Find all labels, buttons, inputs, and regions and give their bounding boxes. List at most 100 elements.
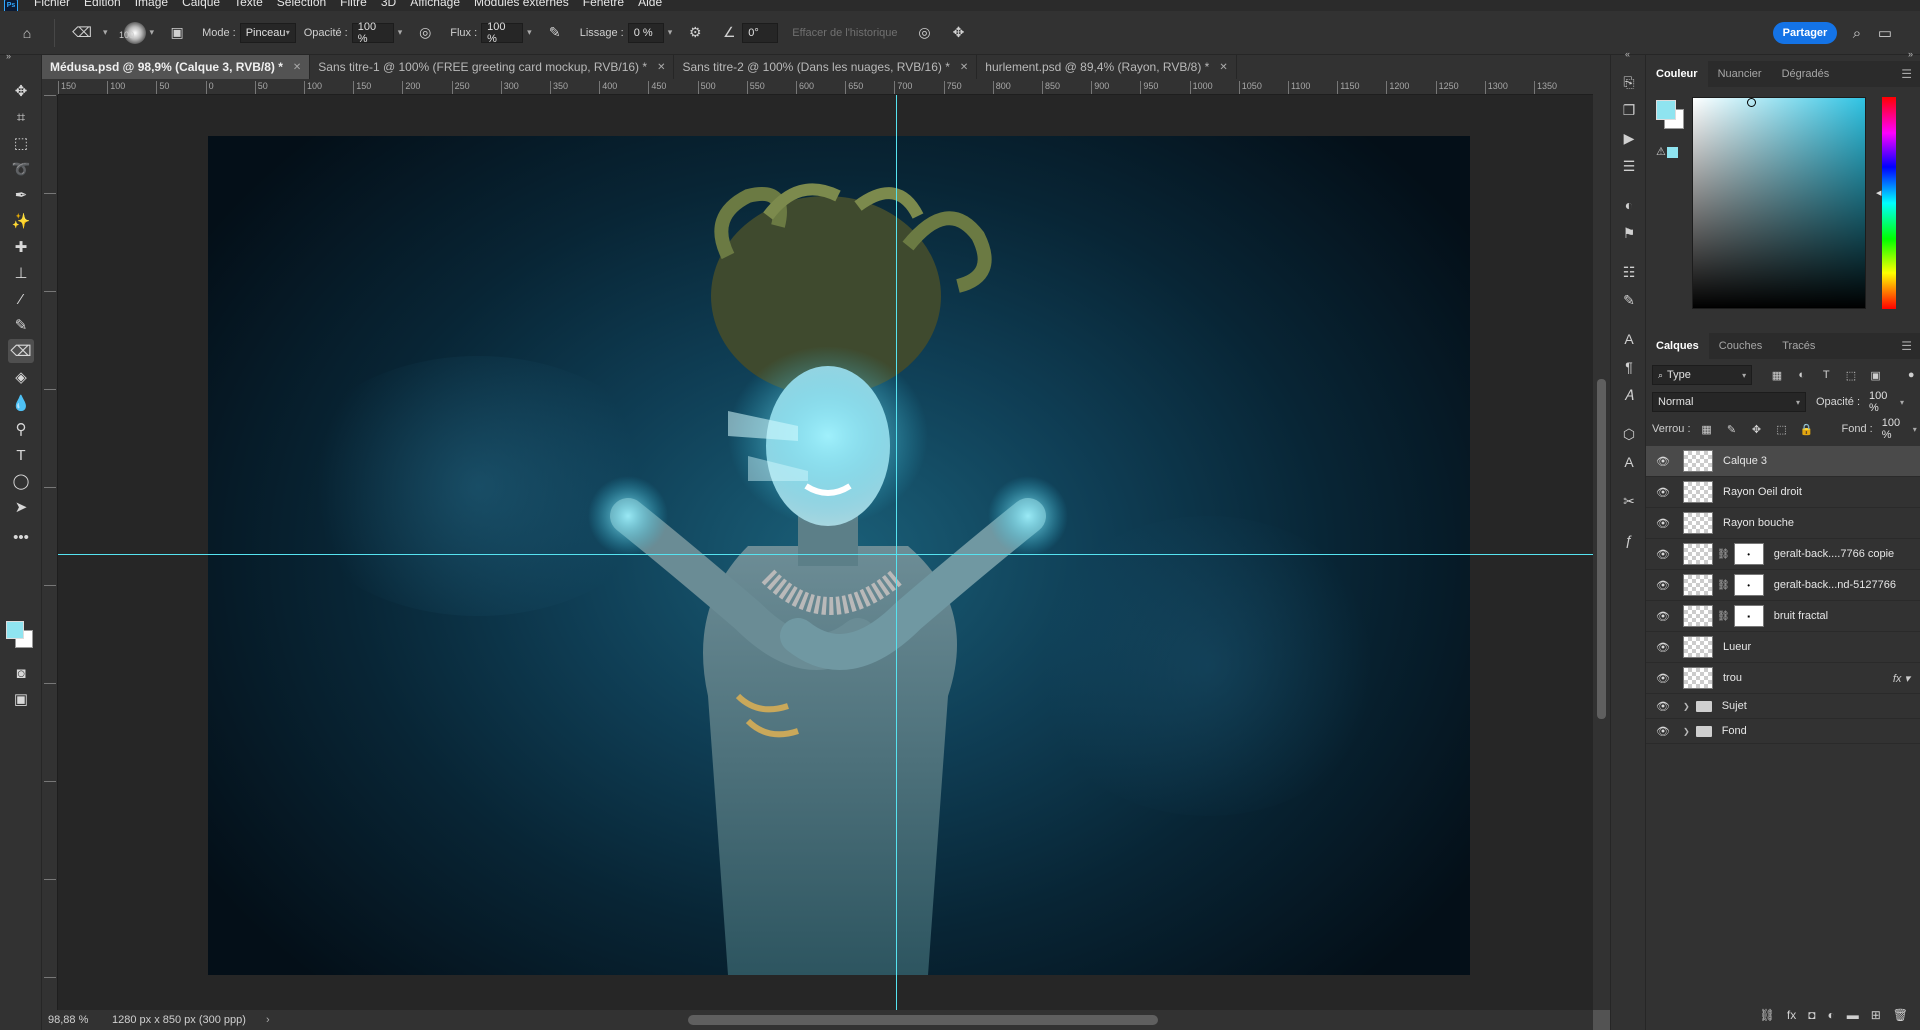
share-button[interactable]: Partager: [1773, 22, 1837, 44]
character-styles-icon[interactable]: A: [1619, 452, 1639, 472]
menu-aide[interactable]: Aide: [638, 0, 662, 8]
eye-icon[interactable]: 👁: [1653, 700, 1673, 713]
chevron-down-icon[interactable]: ▾: [1913, 425, 1917, 434]
fill-field[interactable]: 100 %: [1877, 417, 1913, 441]
erase-history-checkbox[interactable]: Effacer de l'historique: [792, 27, 897, 39]
color-picker-cursor[interactable]: [1747, 98, 1756, 107]
pen-icon[interactable]: ✒: [8, 183, 34, 207]
adjustment-layer-icon[interactable]: ◐: [1827, 1008, 1834, 1022]
tab-degrades[interactable]: Dégradés: [1772, 61, 1840, 87]
layer-row[interactable]: 👁 ⛓ ▪ bruit fractal: [1646, 601, 1920, 632]
filter-type-icon[interactable]: T: [1817, 366, 1835, 384]
chevron-down-icon[interactable]: ▾: [527, 27, 532, 38]
foreground-color-swatch[interactable]: [6, 621, 24, 639]
quick-select-icon[interactable]: ✨: [8, 209, 34, 233]
eye-icon[interactable]: 👁: [1653, 579, 1673, 592]
lock-pixels-icon[interactable]: ✎: [1723, 420, 1741, 438]
tab-traces[interactable]: Tracés: [1772, 333, 1825, 359]
search-icon[interactable]: ⌕: [1846, 22, 1868, 44]
tab-calques[interactable]: Calques: [1646, 333, 1709, 359]
quick-mask-icon[interactable]: ◙: [8, 661, 34, 685]
tab-couleur[interactable]: Couleur: [1646, 61, 1708, 87]
lasso-icon[interactable]: ➰: [8, 157, 34, 181]
pressure-size-icon[interactable]: ◎: [914, 22, 936, 44]
dodge-icon[interactable]: ⚲: [8, 417, 34, 441]
menu-edition[interactable]: Edition: [84, 0, 121, 8]
marquee-icon[interactable]: ⬚: [8, 131, 34, 155]
layer-group-row[interactable]: 👁 ❯ Fond: [1646, 719, 1920, 744]
layer-mask-thumbnail[interactable]: •: [1733, 574, 1764, 596]
filter-toggle-icon[interactable]: ●: [1902, 366, 1920, 384]
vertical-scrollbar[interactable]: [1593, 79, 1610, 1010]
close-icon[interactable]: ✕: [657, 62, 665, 73]
home-icon[interactable]: ⌂: [16, 22, 38, 44]
scrollbar-thumb[interactable]: [1597, 379, 1606, 719]
eyedropper-icon[interactable]: ⁄: [8, 287, 34, 311]
lock-transparency-icon[interactable]: ▦: [1698, 420, 1716, 438]
screen-mode-icon[interactable]: ▣: [8, 687, 34, 711]
filter-adjustment-icon[interactable]: ◐: [1793, 366, 1811, 384]
eraser-icon[interactable]: ⌫: [8, 339, 34, 363]
eye-icon[interactable]: 👁: [1653, 725, 1673, 738]
menu-fenetre[interactable]: Fenêtre: [583, 0, 624, 8]
paint-bucket-icon[interactable]: ◈: [8, 365, 34, 389]
brush-settings-icon[interactable]: ☷: [1619, 262, 1639, 282]
layer-filter-select[interactable]: ⌕ Type ▾: [1652, 365, 1753, 385]
close-icon[interactable]: ✕: [293, 62, 301, 73]
canvas-area[interactable]: [58, 95, 1593, 1010]
pressure-opacity-icon[interactable]: ◎: [414, 22, 436, 44]
more-tools-icon[interactable]: •••: [8, 525, 34, 549]
new-group-icon[interactable]: ▬: [1847, 1008, 1859, 1022]
collapse-panels-icon[interactable]: »: [1908, 49, 1913, 59]
chevron-right-icon[interactable]: ❯: [1683, 727, 1690, 736]
eye-icon[interactable]: 👁: [1653, 548, 1673, 561]
scrollbar-thumb[interactable]: [688, 1015, 1158, 1025]
collapse-toolbar-icon[interactable]: »: [6, 51, 11, 61]
angle-field[interactable]: 0°: [742, 22, 779, 43]
collapse-dock-icon[interactable]: «: [1625, 49, 1630, 59]
layer-opacity-field[interactable]: 100 %: [1864, 390, 1900, 414]
opacity-field[interactable]: 100 %: [351, 21, 394, 45]
airbrush-icon[interactable]: ✎: [544, 22, 566, 44]
ellipse-icon[interactable]: ◯: [8, 469, 34, 493]
brushes-icon[interactable]: ✎: [1619, 290, 1639, 310]
chevron-down-icon[interactable]: ▾: [668, 27, 673, 38]
brush-icon[interactable]: ✎: [8, 313, 34, 337]
filter-shape-icon[interactable]: ⬚: [1842, 366, 1860, 384]
add-mask-icon[interactable]: ◘: [1808, 1008, 1815, 1022]
filter-smart-icon[interactable]: ▣: [1867, 366, 1885, 384]
brush-settings-icon[interactable]: ▣: [166, 22, 188, 44]
paragraph-icon[interactable]: ¶: [1619, 357, 1639, 377]
link-icon[interactable]: ⛓: [1717, 549, 1730, 560]
eye-icon[interactable]: 👁: [1653, 455, 1673, 468]
tab-sans-titre-2[interactable]: Sans titre-2 @ 100% (Dans les nuages, RV…: [674, 55, 978, 79]
symmetry-icon[interactable]: ✥: [948, 22, 970, 44]
fx-icon[interactable]: fx ▾: [1893, 672, 1910, 685]
eye-icon[interactable]: 👁: [1653, 486, 1673, 499]
path-select-icon[interactable]: ➤: [8, 495, 34, 519]
tool-presets-icon[interactable]: ✂: [1619, 491, 1639, 511]
guide-horizontal[interactable]: [58, 554, 1593, 555]
fx-icon[interactable]: ƒ: [1619, 530, 1639, 550]
trash-icon[interactable]: 🗑: [1893, 1008, 1908, 1022]
vertical-ruler[interactable]: [42, 95, 58, 1010]
new-layer-icon[interactable]: ⊞: [1871, 1008, 1881, 1022]
chevron-down-icon[interactable]: ▾: [150, 27, 155, 38]
menu-texte[interactable]: Texte: [234, 0, 263, 8]
layer-row[interactable]: 👁 ⛓ • geralt-back....7766 copie: [1646, 539, 1920, 570]
color-swatches[interactable]: [6, 621, 36, 651]
workspace-icon[interactable]: ▭: [1874, 22, 1896, 44]
tab-couches[interactable]: Couches: [1709, 333, 1772, 359]
link-layers-icon[interactable]: ⛓: [1760, 1008, 1775, 1022]
lock-all-icon[interactable]: 🔒: [1798, 420, 1816, 438]
layer-row[interactable]: 👁 trou fx ▾: [1646, 663, 1920, 694]
smoothing-settings-gear-icon[interactable]: ⚙: [684, 22, 706, 44]
menu-calque[interactable]: Calque: [182, 0, 220, 8]
gamut-swatch[interactable]: [1667, 147, 1678, 158]
layer-row[interactable]: 👁 Rayon bouche: [1646, 508, 1920, 539]
layer-row[interactable]: 👁 Calque 3: [1646, 446, 1920, 477]
eraser-preset-icon[interactable]: ⌫: [71, 22, 93, 44]
guide-vertical[interactable]: [896, 95, 897, 1010]
menu-3d[interactable]: 3D: [381, 0, 396, 8]
filter-pixel-icon[interactable]: ▦: [1768, 366, 1786, 384]
